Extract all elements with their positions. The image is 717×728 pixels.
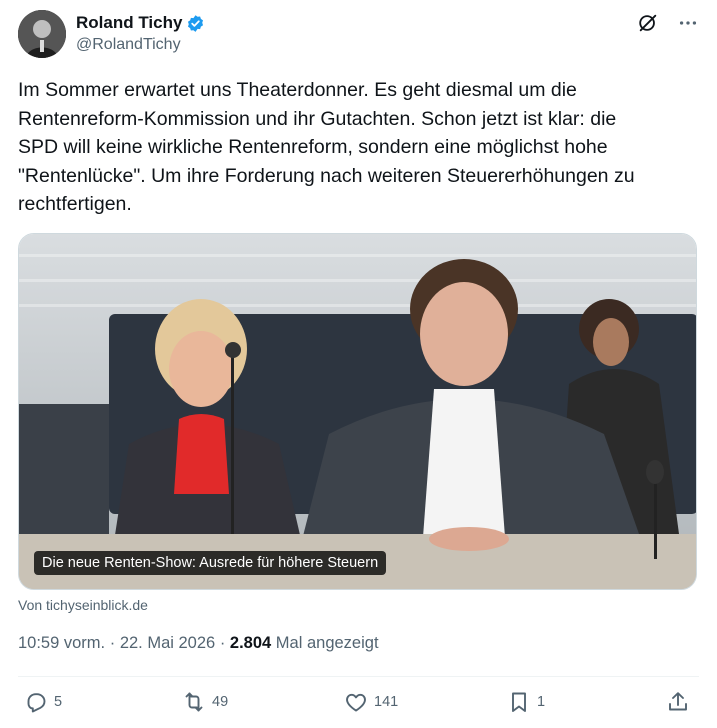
bookmark-icon bbox=[512, 692, 526, 712]
repost-button[interactable]: 49 bbox=[182, 690, 228, 714]
views-label: Mal angezeigt bbox=[275, 634, 379, 652]
tweet-date[interactable]: 22. Mai 2026 bbox=[120, 634, 215, 652]
views-count: 2.804 bbox=[229, 634, 272, 652]
repost-count: 49 bbox=[212, 694, 229, 710]
like-count: 141 bbox=[374, 694, 399, 710]
share-icon bbox=[669, 692, 687, 711]
repost-icon bbox=[185, 692, 203, 712]
reply-button[interactable]: 5 bbox=[24, 690, 62, 714]
more-icon[interactable] bbox=[677, 12, 699, 34]
card-source-link[interactable]: Von tichyseinblick.de bbox=[18, 597, 148, 613]
author-names: Roland Tichy @RolandTichy bbox=[76, 13, 205, 54]
bookmark-button[interactable]: 1 bbox=[507, 690, 545, 714]
like-icon bbox=[346, 693, 366, 712]
bookmark-count: 1 bbox=[537, 694, 546, 710]
like-button[interactable]: 141 bbox=[344, 690, 398, 714]
share-button[interactable] bbox=[666, 690, 690, 714]
tweet-text: Im Sommer erwartet uns Theaterdonner. Es… bbox=[18, 79, 635, 215]
reply-count: 5 bbox=[54, 694, 63, 710]
tweet-header: Roland Tichy @RolandTichy bbox=[18, 10, 699, 60]
meta-separator: · bbox=[219, 634, 226, 652]
avatar[interactable] bbox=[18, 10, 66, 58]
photo-illustration bbox=[19, 234, 696, 589]
top-actions bbox=[637, 12, 699, 34]
divider bbox=[18, 676, 699, 677]
meta-separator: · bbox=[109, 634, 116, 652]
grok-icon[interactable] bbox=[637, 12, 659, 34]
display-name[interactable]: Roland Tichy bbox=[76, 13, 182, 33]
link-card-image[interactable]: Die neue Renten-Show: Ausrede für höhere… bbox=[18, 233, 697, 590]
verified-badge-icon[interactable] bbox=[186, 14, 205, 33]
action-bar: 5 49 141 1 bbox=[18, 690, 699, 722]
reply-icon bbox=[27, 693, 46, 713]
tweet-time[interactable]: 10:59 vorm. bbox=[18, 634, 105, 652]
tweet-meta: 10:59 vorm. · 22. Mai 2026 · 2.804 Mal a… bbox=[18, 634, 379, 653]
author-handle[interactable]: @RolandTichy bbox=[76, 36, 205, 54]
card-caption: Die neue Renten-Show: Ausrede für höhere… bbox=[34, 551, 387, 575]
display-name-row: Roland Tichy bbox=[76, 13, 205, 33]
